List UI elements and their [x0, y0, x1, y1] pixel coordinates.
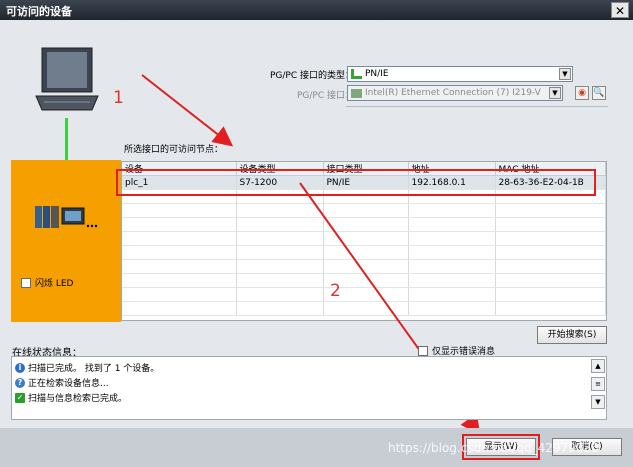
interface-type-value: PN/IE: [365, 69, 389, 79]
scroll-menu-icon[interactable]: ≡: [591, 377, 605, 391]
network-card-icon: [351, 88, 362, 98]
interface-value: Intel(R) Ethernet Connection (7) I219-V: [365, 88, 541, 98]
properties-button[interactable]: ◉: [575, 86, 589, 100]
diagnostics-button[interactable]: 🔍: [592, 86, 606, 100]
annotation-marker-1: 1: [113, 88, 124, 108]
computer-icon: [35, 47, 99, 111]
annotation-marker-2: 2: [330, 281, 341, 301]
table-row: [122, 259, 606, 274]
close-icon: ✕: [614, 4, 626, 18]
status-scrollbar[interactable]: ▲ ≡ ▼: [591, 359, 605, 417]
highlight-row-box: [116, 169, 596, 196]
interface-select[interactable]: Intel(R) Ethernet Connection (7) I219-V …: [347, 85, 563, 101]
table-row: [122, 217, 606, 232]
chevron-down-icon[interactable]: ▼: [549, 87, 561, 99]
table-row: [122, 301, 606, 316]
show-errors-checkbox[interactable]: [418, 345, 428, 356]
flash-led-row[interactable]: 闪烁 LED: [21, 276, 74, 289]
interface-type-select[interactable]: PN/IE ▼: [347, 66, 573, 82]
plc-device-icon: [35, 206, 98, 228]
table-row: [122, 273, 606, 288]
info-icon: i: [15, 362, 25, 373]
magnifier-icon: 🔍: [593, 88, 605, 98]
scroll-down-icon[interactable]: ▼: [591, 395, 605, 409]
flash-led-checkbox[interactable]: [21, 277, 31, 288]
table-row: [122, 231, 606, 246]
status-line: ? 正在检索设备信息...: [15, 376, 109, 389]
status-log: i 扫描已完成。 找到了 1 个设备。 ? 正在检索设备信息... ✓ 扫描与信…: [11, 356, 607, 420]
status-line: i 扫描已完成。 找到了 1 个设备。: [15, 361, 159, 374]
window-title: 可访问的设备: [6, 5, 72, 18]
separator: [346, 106, 608, 107]
accessible-nodes-label: 所选接口的可访问节点：: [124, 145, 224, 155]
table-row: [122, 245, 606, 260]
close-button[interactable]: ✕: [611, 2, 629, 18]
status-line: ✓ 扫描与信息检索已完成。: [15, 392, 128, 404]
chevron-down-icon[interactable]: ▼: [559, 68, 571, 80]
pn-ie-icon: [351, 69, 362, 79]
table-row: [122, 203, 606, 218]
interface-type-label: PG/PC 接口的类型：: [269, 71, 354, 81]
properties-icon: ◉: [578, 88, 586, 98]
scroll-up-icon[interactable]: ▲: [591, 359, 605, 373]
check-icon: ✓: [15, 392, 25, 403]
table-row: [122, 287, 606, 302]
flash-led-label: 闪烁 LED: [35, 279, 74, 289]
start-search-button[interactable]: 开始搜索(S): [537, 326, 607, 344]
interface-label: PG/PC 接口：: [296, 91, 354, 101]
titlebar: 可访问的设备 ✕: [0, 0, 633, 20]
watermark-text: https://blog.csdn.net/qq_42979036: [388, 441, 599, 455]
dialog-client: 闪烁 LED PG/PC 接口的类型： PN/IE ▼ PG/PC 接口： In…: [0, 20, 633, 467]
question-icon: ?: [15, 377, 25, 388]
arrow-to-nodes: [141, 74, 234, 147]
device-panel: 闪烁 LED: [11, 160, 121, 322]
